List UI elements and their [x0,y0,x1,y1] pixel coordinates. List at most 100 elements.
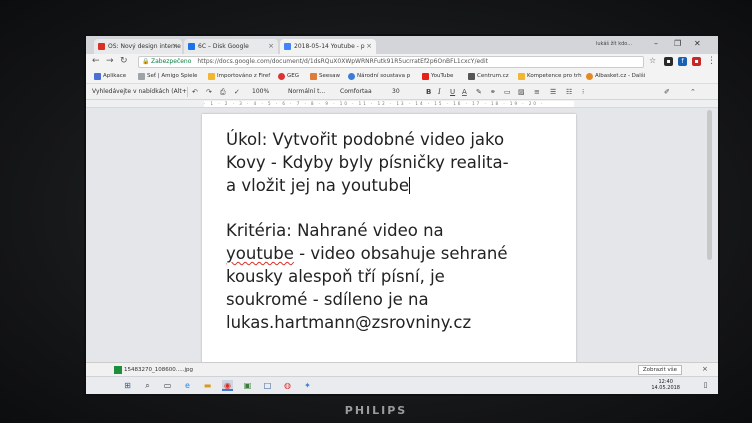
extension-icon[interactable]: ▪ [692,57,701,66]
lock-icon: 🔒 [142,58,150,65]
document-page[interactable]: Úkol: Vytvořit podobné video jako Kovy -… [202,114,576,376]
link-icon[interactable]: ⚭ [490,87,496,97]
highlight-icon[interactable]: ✎ [476,87,482,97]
close-icon[interactable]: × [172,39,178,54]
doc-line: Úkol: Vytvořit podobné video jako [226,130,505,149]
show-all-button[interactable]: Zobrazit vše [637,365,682,375]
bookmark-item[interactable]: Seesaw [310,72,340,81]
ruler-scale[interactable]: · 1 · 2 · 3 · 4 · 5 · 6 · 7 · 8 · 9 · 10… [204,101,574,107]
tab-drive[interactable]: 6C – Disk Google × [184,39,278,54]
reload-icon[interactable]: ↻ [120,56,128,66]
document-body[interactable]: Úkol: Vytvořit podobné video jako Kovy -… [226,128,566,334]
print-icon[interactable]: ⎙ [220,87,226,97]
gmail-icon [98,43,105,50]
app-icon[interactable]: ▣ [242,380,253,391]
tab-title: 2018-05-14 Youtube - p [294,43,365,50]
monitor-brand-logo: PHILIPS [344,404,408,417]
font-size-select[interactable]: 30 [392,87,400,97]
search-menus-input[interactable]: Vyhledávejte v nabídkách (Alt+ [92,87,188,97]
spellcheck-icon[interactable]: ✓ [234,87,240,97]
chevron-up-icon[interactable]: ⌃ [690,87,696,97]
star-icon[interactable]: ☆ [649,56,656,65]
doc-line: Kritéria: Nahrané video na [226,221,444,240]
notifications-icon[interactable]: ▯ [700,380,711,391]
italic-icon[interactable]: I [438,87,441,97]
line-spacing-icon[interactable]: ☰ [550,87,556,97]
clock-date: 14.05.2018 [651,385,680,391]
browser-tabstrip: OS: Nový design interne × 6C – Disk Goog… [86,36,718,54]
drive-icon [188,43,195,50]
image-icon[interactable]: ▨ [518,87,525,97]
docs-icon [284,43,291,50]
close-icon[interactable]: × [702,364,708,374]
windows-taskbar: ⊞ ⌕ ▭ e ▬ ◉ ▣ □ ◍ ✦ 12:40 14.05.2018 ▯ [86,376,718,394]
docs-toolbar: Vyhledávejte v nabídkách (Alt+ ↶ ↷ ⎙ ✓ 1… [86,84,718,100]
doc-line: a vložit jej na youtube [226,176,411,195]
bookmark-item[interactable]: Aplikace [94,72,126,81]
app-icon[interactable]: □ [262,380,273,391]
chrome-icon[interactable]: ◉ [222,380,233,391]
app-icon[interactable]: ✦ [302,380,313,391]
image-file-icon [114,366,122,374]
forward-icon[interactable]: → [106,56,114,66]
bookmark-item[interactable]: Národní soustava p [348,72,410,81]
bulleted-list-icon[interactable]: ⁝ [582,87,584,97]
seesaw-icon [310,73,317,80]
secure-label: Zabezpečeno [151,58,192,65]
comment-icon[interactable]: ▭ [504,87,511,97]
bookmark-icon [468,73,475,80]
zoom-select[interactable]: 100% [252,87,269,97]
bookmark-icon [586,73,593,80]
bold-icon[interactable]: B [426,87,431,97]
misspelled-word[interactable]: youtube [226,244,294,263]
edge-icon[interactable]: e [182,380,193,391]
search-icon[interactable]: ⌕ [142,380,153,391]
bookmark-item[interactable]: Importováno z Firef [208,72,270,81]
extension-icon[interactable]: ▪ [664,57,673,66]
menu-icon[interactable]: ⋮ [707,56,716,66]
bookmark-item[interactable]: GEG [278,72,299,81]
minimize-icon[interactable]: – [654,39,658,48]
doc-line: youtube - video obsahuje sehrané [226,244,508,263]
app-icon[interactable]: ◍ [282,380,293,391]
underline-icon[interactable]: U [450,87,455,97]
redo-icon[interactable]: ↷ [206,87,212,97]
windows-start-icon[interactable]: ⊞ [122,380,133,391]
maximize-icon[interactable]: ❐ [674,39,681,48]
editing-mode-icon[interactable]: ✐ [664,87,670,97]
doc-line: lukas.hartmann@zsrovniny.cz [226,313,472,332]
monitor-frame: OS: Nový design interne × 6C – Disk Goog… [0,0,752,423]
geg-icon [278,73,285,80]
align-icon[interactable]: ≡ [534,87,540,97]
address-bar[interactable]: 🔒 Zabezpečeno https://docs.google.com/do… [138,56,644,68]
style-select[interactable]: Normální t... [288,87,325,97]
task-view-icon[interactable]: ▭ [162,380,173,391]
monitor-screen: OS: Nový design interne × 6C – Disk Goog… [86,36,718,394]
bookmark-item[interactable]: YouTube [422,72,453,81]
document-canvas: Úkol: Vytvořit podobné video jako Kovy -… [86,108,718,390]
bookmark-item[interactable]: Seť | Amigo Spiele [138,72,197,81]
back-icon[interactable]: ← [92,56,100,66]
download-item[interactable]: 15483270_108600.....jpg [114,365,193,375]
vertical-scrollbar[interactable] [707,110,712,260]
checklist-icon[interactable]: ☷ [566,87,572,97]
tab-title: 6C – Disk Google [198,43,249,50]
bookmark-item[interactable]: Centrum.cz [468,72,509,81]
bookmark-item[interactable]: Albasket.cz - Dalši [586,72,645,81]
close-icon[interactable]: × [268,39,274,54]
file-explorer-icon[interactable]: ▬ [202,380,213,391]
undo-icon[interactable]: ↶ [192,87,198,97]
bookmark-item[interactable]: Kompetence pro trh [518,72,582,81]
tab-docs[interactable]: 2018-05-14 Youtube - p × [280,39,376,54]
close-window-icon[interactable]: ✕ [694,39,701,48]
download-filename: 15483270_108600.....jpg [124,367,193,373]
url-text: https://docs.google.com/document/d/1dsRQ… [197,58,488,65]
tab-gmail[interactable]: OS: Nový design interne × [94,39,182,54]
close-icon[interactable]: × [366,39,372,54]
text-color-icon[interactable]: A [462,87,467,97]
font-select[interactable]: Comfortaa [340,87,372,97]
tab-title: OS: Nový design interne [108,43,181,50]
extension-icon[interactable]: f [678,57,687,66]
system-clock[interactable]: 12:40 14.05.2018 [651,379,680,391]
profile-name[interactable]: lukáš žít kdo... [596,41,632,47]
